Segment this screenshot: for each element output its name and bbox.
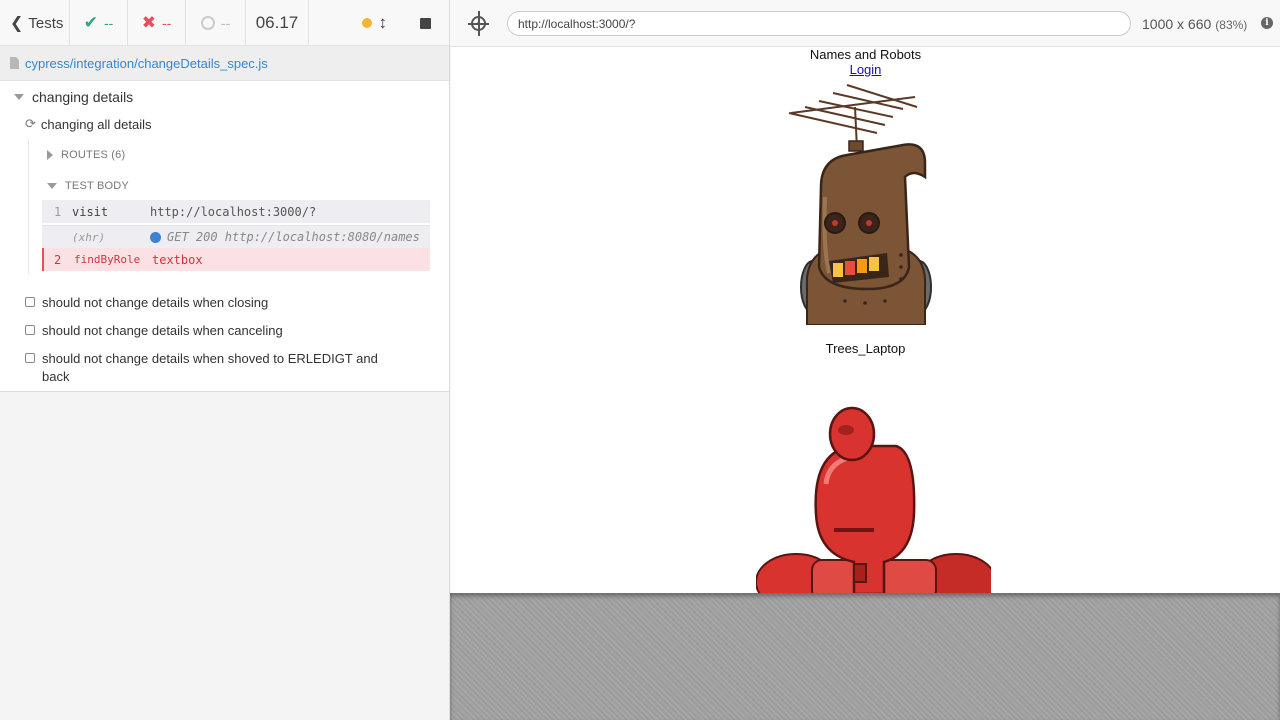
spec-header: cypress/integration/changeDetails_spec.j… [0, 46, 449, 81]
reporter-header: ❮ Tests ✔ -- ✖ -- -- 06.17 ↕ [0, 0, 449, 46]
info-icon[interactable]: i [1261, 17, 1273, 29]
command-name: (xhr) [72, 230, 106, 244]
tests-label: Tests [28, 14, 64, 32]
failed-count: -- [161, 15, 172, 31]
test-title: should not change details when shoved to… [42, 351, 378, 384]
url-field[interactable]: http://localhost:3000/? [507, 11, 1131, 36]
command-message: GET 200 http://localhost:8080/names [150, 230, 430, 244]
spec-path-link[interactable]: cypress/integration/changeDetails_spec.j… [25, 56, 268, 71]
x-icon: ✖ [141, 13, 156, 32]
robot-name: Trees_Laptop [825, 341, 906, 356]
failed-stat: ✖ -- [128, 0, 186, 46]
duration: 06.17 [246, 0, 309, 46]
tests-button[interactable]: ❮ Tests [0, 0, 70, 46]
reporter-panel: ❮ Tests ✔ -- ✖ -- -- 06.17 ↕ cypress/int… [0, 0, 450, 720]
active-test-title: changing all details [40, 116, 152, 132]
check-icon: ✔ [83, 13, 98, 32]
routes-label: ROUTES (6) [61, 149, 126, 161]
checkbox-icon [25, 297, 35, 307]
caret-down-icon [14, 94, 24, 100]
app-iframe: Names and Robots Login Trees_Laptop [451, 47, 1280, 593]
test-item[interactable]: should not change details when canceling [25, 322, 283, 340]
robot-image [788, 84, 932, 325]
run-controls: ↕ [309, 0, 449, 46]
viewport-scale: (83%) [1215, 18, 1248, 32]
passed-stat: ✔ -- [70, 0, 128, 46]
suite-item[interactable]: changing details [14, 89, 133, 105]
test-body-toggle[interactable]: TEST BODY [47, 180, 129, 192]
pending-circle-icon [200, 16, 215, 30]
stop-icon[interactable] [420, 17, 431, 29]
login-link-wrap: Login [451, 62, 1280, 77]
suite-title: changing details [32, 89, 134, 105]
test-item[interactable]: should not change details when shoved to… [25, 350, 385, 386]
pending-count: -- [220, 15, 231, 31]
command-row-failed[interactable]: 2 findByRole textbox [42, 248, 430, 271]
command-row[interactable]: (xhr) GET 200 http://localhost:8080/name… [42, 225, 430, 248]
viewport-info[interactable]: 1000 x 660 (83%) [1142, 16, 1247, 32]
command-number: 2 [54, 252, 62, 267]
selector-playground-icon[interactable] [468, 16, 489, 31]
routes-toggle[interactable]: ROUTES (6) [47, 149, 125, 161]
test-item[interactable]: should not change details when closing [25, 294, 268, 312]
pending-stat: -- [186, 0, 246, 46]
test-commands: ROUTES (6) TEST BODY 1 visit http://loca… [28, 139, 433, 274]
command-message: http://localhost:3000/? [150, 204, 317, 219]
command-name: findByRole [74, 253, 141, 266]
viewport-dimensions: 1000 x 660 [1142, 16, 1212, 32]
caret-down-icon [47, 183, 57, 189]
xhr-status-dot-icon [150, 231, 161, 243]
xhr-message: GET 200 http://localhost:8080/names [167, 230, 420, 244]
checkbox-icon [25, 325, 35, 335]
scroll-toggle-icon[interactable]: ↕ [379, 13, 388, 33]
login-link[interactable]: Login [850, 62, 882, 77]
test-title: should not change details when closing [42, 295, 269, 310]
robot-image [756, 406, 991, 593]
command-message: textbox [152, 252, 203, 267]
passed-count: -- [103, 15, 114, 31]
test-title: should not change details when canceling [42, 323, 283, 338]
chevron-left-icon: ❮ [10, 15, 24, 32]
refresh-spinner-icon: ⟳ [25, 116, 36, 131]
app-under-test-panel: http://localhost:3000/? 1000 x 660 (83%) … [450, 0, 1280, 720]
command-row[interactable]: 1 visit http://localhost:3000/? [42, 200, 430, 223]
runnables-list: changing details ⟳ changing all details … [0, 81, 449, 392]
app-title: Names and Robots [809, 47, 922, 62]
aut-empty-area [450, 593, 1280, 720]
running-dot-icon [361, 18, 372, 28]
caret-right-icon [47, 150, 53, 160]
command-name: visit [72, 204, 109, 219]
test-body-label: TEST BODY [65, 180, 129, 192]
active-test-item[interactable]: ⟳ changing all details [25, 116, 151, 132]
file-icon [10, 57, 19, 69]
command-number: 1 [54, 204, 62, 219]
checkbox-icon [25, 353, 35, 363]
aut-header: http://localhost:3000/? 1000 x 660 (83%) … [450, 0, 1280, 47]
